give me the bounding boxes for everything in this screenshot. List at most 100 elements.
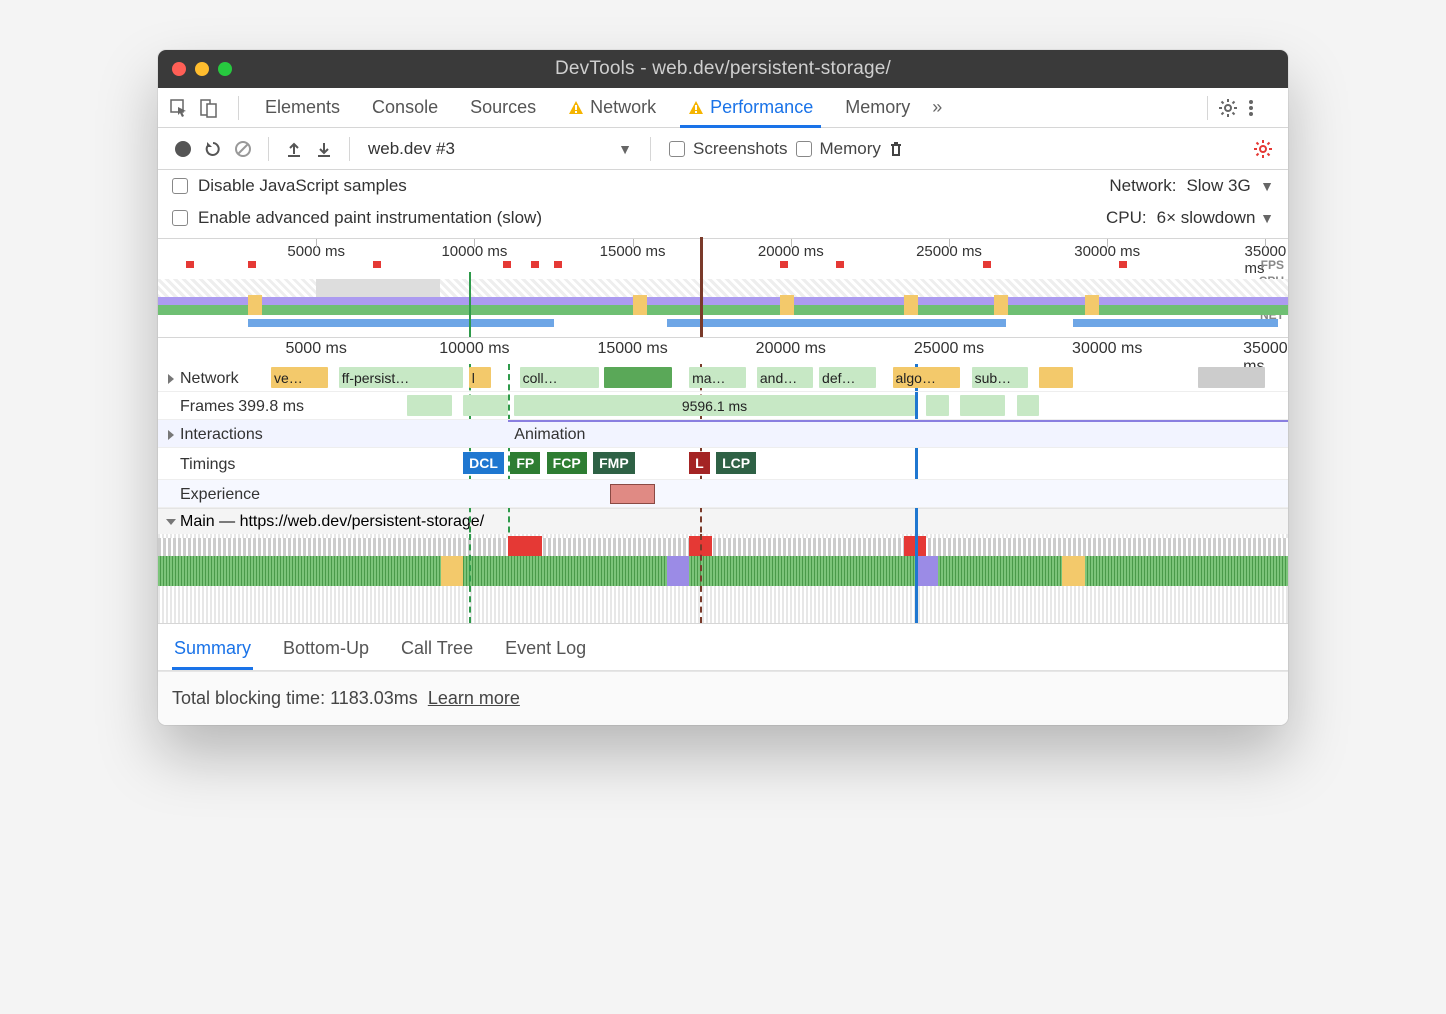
close-window-icon[interactable] [172,62,186,76]
more-icon[interactable] [1248,98,1278,118]
chevron-down-icon: ▼ [1260,210,1274,226]
performance-toolbar: web.dev #3 ▼ Screenshots Memory [158,128,1288,170]
track-frames[interactable]: Frames399.8 ms 9596.1 ms [158,392,1288,420]
warning-icon [688,100,704,116]
network-request-block[interactable]: ve… [271,367,328,388]
detail-ruler[interactable]: 5000 ms 10000 ms 15000 ms 20000 ms 25000 ms 3… [158,338,1288,364]
tab-sources[interactable]: Sources [454,88,552,127]
layout-shift-block [610,484,655,504]
capture-settings-row1: Disable JavaScript samples Network: Slow… [158,170,1288,202]
cpu-throttle-label: CPU: [1106,208,1147,228]
disable-js-label: Disable JavaScript samples [198,176,407,196]
network-request-block[interactable]: and… [757,367,814,388]
profile-select-label: web.dev #3 [368,139,455,159]
network-request-block[interactable]: coll… [520,367,599,388]
animation-bar: Animation [508,420,1288,447]
ruler-tick: 10000 ms [439,340,509,358]
expand-icon[interactable] [168,374,174,384]
network-request-block[interactable]: sub… [972,367,1029,388]
network-request-block[interactable] [604,367,672,388]
record-button[interactable] [168,134,198,164]
network-request-block[interactable] [1039,367,1073,388]
tab-network-label: Network [590,97,656,118]
cpu-strip [158,279,1288,315]
device-toolbar-icon[interactable] [198,97,220,119]
summary-footer: Total blocking time: 1183.03ms Learn mor… [158,671,1288,725]
warning-icon [568,100,584,116]
tracks-pane[interactable]: Network ve…ff-persist…lcoll…ma…and…def…a… [158,364,1288,624]
memory-label: Memory [820,139,881,159]
track-experience[interactable]: Experience [158,480,1288,508]
timing-dcl: DCL [463,452,504,474]
enable-paint-label: Enable advanced paint instrumentation (s… [198,208,542,228]
load-profile-button[interactable] [279,134,309,164]
checkbox-icon [172,178,188,194]
chevron-down-icon: ▼ [618,141,632,157]
network-request-block[interactable] [1198,367,1266,388]
lcp-marker [700,237,703,337]
learn-more-link[interactable]: Learn more [428,688,520,708]
screenshots-label: Screenshots [693,139,788,159]
maximize-window-icon[interactable] [218,62,232,76]
track-timings[interactable]: Timings DCL FP FCP FMP L LCP [158,448,1288,480]
gc-button[interactable] [881,134,911,164]
track-network[interactable]: Network ve…ff-persist…lcoll…ma…and…def…a… [158,364,1288,392]
network-throttle-label: Network: [1109,176,1176,196]
timing-l: L [689,452,710,474]
save-profile-button[interactable] [309,134,339,164]
timing-fcp: FCP [547,452,587,474]
timing-lcp: LCP [716,452,756,474]
frame-block: 9596.1 ms [514,395,915,416]
titlebar[interactable]: DevTools - web.dev/persistent-storage/ [158,50,1288,88]
network-request-block[interactable]: ma… [689,367,746,388]
tab-call-tree[interactable]: Call Tree [399,630,475,670]
memory-checkbox[interactable]: Memory [796,139,881,159]
expand-icon[interactable] [168,430,174,440]
flame-chart[interactable] [158,534,1288,624]
ruler-tick: 25000 ms [914,340,984,358]
capture-settings-icon[interactable] [1248,134,1278,164]
track-interactions[interactable]: Interactions Animation [158,420,1288,448]
tab-performance-label: Performance [710,97,813,118]
track-main-header[interactable]: Main — https://web.dev/persistent-storag… [158,508,1288,534]
timing-fp: FP [510,452,540,474]
ruler-tick: 20000 ms [756,340,826,358]
tab-elements[interactable]: Elements [249,88,356,127]
network-request-block[interactable]: algo… [893,367,961,388]
overview-pane[interactable]: 5000 ms10000 ms15000 ms20000 ms25000 ms3… [158,238,1288,338]
clear-button[interactable] [228,134,258,164]
traffic-lights [172,62,232,76]
minimize-window-icon[interactable] [195,62,209,76]
tbt-text: Total blocking time: 1183.03ms [172,688,418,708]
tab-console[interactable]: Console [356,88,454,127]
tab-bottom-up[interactable]: Bottom-Up [281,630,371,670]
profile-select[interactable]: web.dev #3 ▼ [360,139,640,159]
screenshots-checkbox[interactable]: Screenshots [669,139,788,159]
tab-event-log[interactable]: Event Log [503,630,588,670]
timing-fmp: FMP [593,452,635,474]
inspect-icon[interactable] [168,97,190,119]
ruler-tick: 5000 ms [286,340,347,358]
tab-summary[interactable]: Summary [172,630,253,670]
disable-js-checkbox[interactable]: Disable JavaScript samples [172,176,407,196]
bottom-tab-bar: Summary Bottom-Up Call Tree Event Log [158,624,1288,671]
checkbox-icon [796,141,812,157]
chevron-down-icon: ▼ [1260,178,1274,194]
tab-network[interactable]: Network [552,88,672,127]
network-throttle-select[interactable]: Slow 3G ▼ [1186,176,1274,196]
tab-memory[interactable]: Memory [829,88,926,127]
tabs-overflow-icon[interactable]: » [926,97,948,118]
network-request-block[interactable]: l [469,367,492,388]
tab-performance[interactable]: Performance [672,88,829,127]
reload-record-button[interactable] [198,134,228,164]
collapse-icon[interactable] [166,519,176,525]
ruler-tick: 30000 ms [1072,340,1142,358]
cpu-throttle-select[interactable]: 6× slowdown ▼ [1157,208,1274,228]
enable-paint-checkbox[interactable]: Enable advanced paint instrumentation (s… [172,208,542,228]
settings-icon[interactable] [1218,98,1248,118]
network-request-block[interactable]: ff-persist… [339,367,463,388]
capture-settings-row2: Enable advanced paint instrumentation (s… [158,202,1288,238]
network-request-block[interactable]: def… [819,367,876,388]
ruler-tick: 15000 ms [597,340,667,358]
window-title: DevTools - web.dev/persistent-storage/ [232,58,1214,80]
